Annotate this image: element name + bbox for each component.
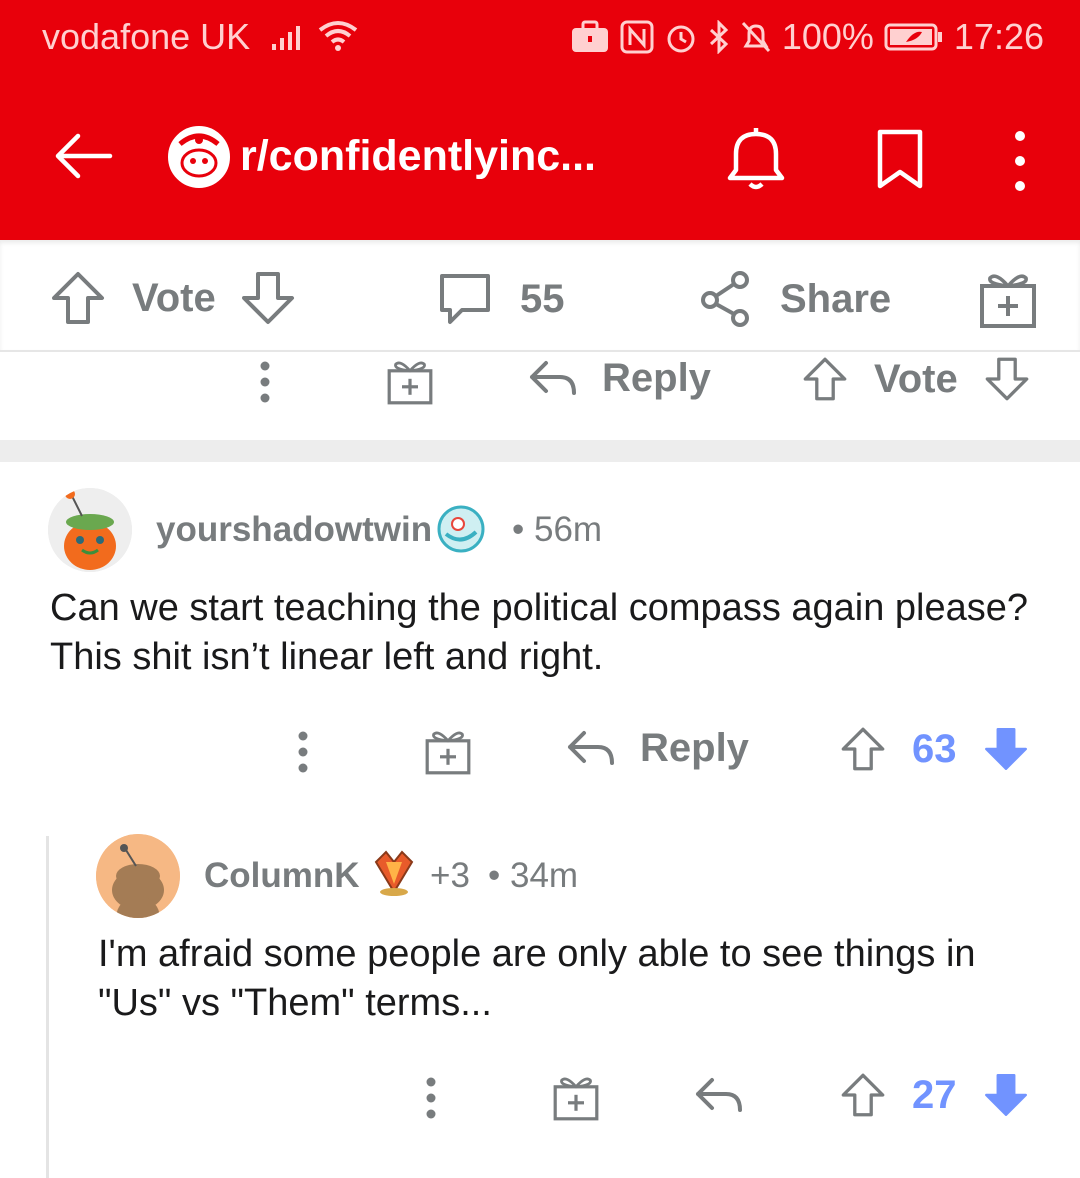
award-count: +3 xyxy=(430,856,470,895)
carrier-name: vodafone UK xyxy=(42,16,251,57)
battery-percent: 100% xyxy=(781,16,874,57)
more-options-icon[interactable] xyxy=(252,358,278,406)
comment-bubble-icon xyxy=(440,274,490,324)
subreddit-avatar[interactable] xyxy=(168,126,230,188)
downvote-icon-active[interactable] xyxy=(983,726,1029,772)
downvote-icon-active[interactable] xyxy=(983,1072,1029,1118)
upvote-icon[interactable] xyxy=(840,726,886,772)
award-crystal-icon xyxy=(374,850,414,896)
comment-body: I'm afraid some people are only able to … xyxy=(98,933,976,1024)
post-vote-label: Vote xyxy=(132,275,216,320)
downvote-icon[interactable] xyxy=(240,270,296,326)
downvote-icon[interactable] xyxy=(984,356,1030,402)
gift-icon xyxy=(980,274,1036,328)
share-label: Share xyxy=(780,276,892,321)
reply-button[interactable]: Reply xyxy=(528,356,711,401)
comment-username[interactable]: yourshadowtwin xyxy=(156,510,432,550)
reply-arrow-icon xyxy=(568,730,614,765)
more-options-icon[interactable] xyxy=(418,1074,444,1122)
share-button[interactable]: Share xyxy=(698,270,891,328)
nfc-icon xyxy=(620,20,654,54)
bluetooth-icon xyxy=(709,20,728,54)
mute-bell-icon xyxy=(741,21,770,53)
comments-button[interactable]: 55 xyxy=(436,270,565,328)
wifi-icon xyxy=(318,21,358,51)
award-button[interactable] xyxy=(978,270,1038,330)
snoo-avatar-icon xyxy=(96,834,180,918)
snoo-avatar-icon xyxy=(48,488,132,572)
bell-icon[interactable] xyxy=(724,124,788,196)
back-arrow-icon[interactable] xyxy=(52,124,116,188)
prev-comment-actions: Reply Vote xyxy=(0,352,1080,440)
gift-icon[interactable] xyxy=(386,358,434,406)
avatar[interactable] xyxy=(96,834,180,918)
comment-actions: Reply 63 xyxy=(0,720,1080,790)
reply-arrow-icon xyxy=(530,360,576,395)
reply-button[interactable]: Reply xyxy=(566,726,749,771)
more-options-icon[interactable] xyxy=(290,728,316,776)
vote-group: Vote xyxy=(802,356,1030,402)
signal-icon xyxy=(272,26,300,50)
comment-score: 27 xyxy=(912,1072,957,1117)
status-bar: vodafone UK 100% 17:26 xyxy=(0,0,1080,80)
app-header: r/confidentlyinc... xyxy=(0,80,1080,240)
snoo-icon xyxy=(173,131,225,183)
comment-username[interactable]: ColumnK xyxy=(204,856,360,896)
bookmark-icon[interactable] xyxy=(870,124,930,196)
gift-icon[interactable] xyxy=(424,728,472,776)
vote-group: 27 xyxy=(840,1072,1029,1118)
share-icon xyxy=(701,271,749,327)
upvote-icon[interactable] xyxy=(50,270,106,326)
vote-group: 63 xyxy=(840,726,1029,772)
clock-time: 17:26 xyxy=(953,16,1044,57)
subreddit-title[interactable]: r/confidentlyinc... xyxy=(240,132,596,181)
comment-timestamp: • 56m xyxy=(512,510,603,549)
comments-count: 55 xyxy=(520,276,565,321)
upvote-icon[interactable] xyxy=(840,1072,886,1118)
post-action-bar: Vote 55 Share xyxy=(0,240,1080,352)
post-vote-group: Vote xyxy=(50,270,296,326)
gift-icon[interactable] xyxy=(552,1074,600,1122)
briefcase-icon xyxy=(571,20,608,52)
comment-score: 63 xyxy=(912,726,957,771)
reply-label: Reply xyxy=(640,726,749,770)
avatar[interactable] xyxy=(48,488,132,572)
battery-icon xyxy=(884,23,942,51)
comment-timestamp: • 34m xyxy=(488,856,579,895)
comment-actions: 27 xyxy=(0,1066,1080,1136)
vote-label: Vote xyxy=(874,356,958,401)
alarm-icon xyxy=(667,25,695,53)
comment-separator xyxy=(0,440,1080,462)
upvote-icon[interactable] xyxy=(802,356,848,402)
reply-arrow-icon[interactable] xyxy=(694,1074,744,1118)
comment-body: Can we start teaching the political comp… xyxy=(50,587,1029,678)
more-options-icon[interactable] xyxy=(1000,126,1040,196)
flair-badge-icon xyxy=(437,505,485,553)
reply-label: Reply xyxy=(602,356,711,400)
